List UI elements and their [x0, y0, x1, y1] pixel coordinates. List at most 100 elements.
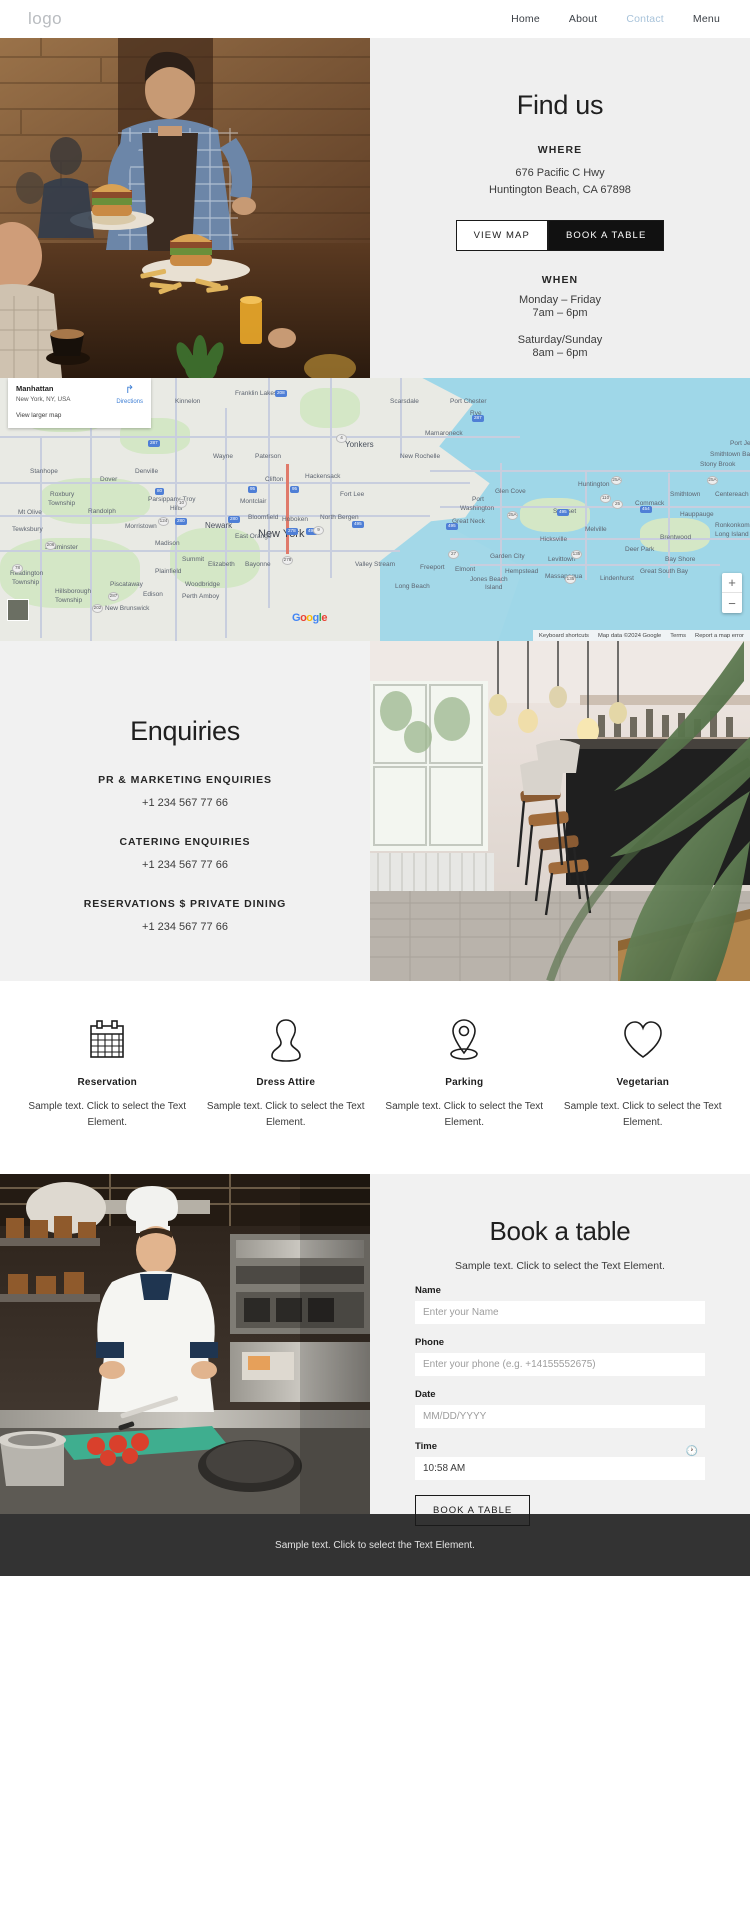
book-a-table-button[interactable]: BOOK A TABLE	[547, 219, 665, 251]
site-logo[interactable]: logo	[28, 9, 62, 29]
enquiry-phone-reservations[interactable]: +1 234 567 77 66	[142, 921, 228, 933]
weekday-days: Monday – Friday	[519, 293, 601, 306]
map-place-label: Morristown	[125, 523, 157, 530]
time-input[interactable]	[415, 1457, 705, 1480]
phone-label: Phone	[415, 1337, 445, 1348]
date-label: Date	[415, 1389, 436, 1400]
google-map[interactable]: New York Newark Yonkers Hoboken New Rochelle…	[0, 378, 750, 641]
address-line-1: 676 Pacific C Hwy	[515, 167, 605, 179]
nav-item-contact[interactable]: Contact	[626, 13, 664, 25]
map-route-marker: 25	[612, 500, 623, 509]
map-route-marker: 110	[600, 494, 611, 503]
map-place-label: Lindenhurst	[600, 575, 634, 582]
feature-title: Dress Attire	[256, 1077, 316, 1088]
map-place-label: Brentwood	[660, 534, 692, 541]
map-report-error-link[interactable]: Report a map error	[695, 633, 744, 639]
map-place-label: Paterson	[255, 453, 282, 460]
map-directions-button[interactable]: ↱ Directions	[116, 384, 143, 406]
footer-text: Sample text. Click to select the Text El…	[275, 1539, 475, 1551]
map-place-label: Summit	[182, 556, 205, 563]
feature-title: Reservation	[77, 1077, 137, 1088]
weekend-hours: 8am – 6pm	[532, 346, 588, 359]
map-route-shield: 495	[446, 523, 458, 530]
map-route-shield: 287	[472, 415, 484, 422]
map-route-marker: 124	[158, 517, 169, 526]
map-route-shield: 495	[352, 521, 364, 528]
map-place-label: Smithtown	[670, 491, 701, 498]
when-label: WHEN	[541, 273, 579, 286]
map-zoom-controls[interactable]: + −	[722, 573, 742, 613]
map-place-label: Kinnelon	[175, 398, 201, 405]
map-place-label: Township	[48, 500, 76, 507]
name-input[interactable]	[415, 1301, 705, 1324]
name-field-group: Name	[415, 1285, 705, 1324]
map-zoom-in-button[interactable]: +	[722, 573, 742, 593]
map-info-card[interactable]: Manhattan New York, NY, USA View larger …	[8, 378, 151, 428]
map-street-view-thumbnail[interactable]	[7, 599, 29, 621]
map-zoom-out-button[interactable]: −	[722, 593, 742, 613]
map-place-label: Yonkers	[345, 440, 374, 449]
enquiry-phone-catering[interactable]: +1 234 567 77 66	[142, 859, 228, 871]
view-map-button[interactable]: VIEW MAP	[455, 219, 548, 251]
feature-title: Vegetarian	[616, 1077, 670, 1088]
date-field-group: Date	[415, 1389, 705, 1428]
map-place-label: Elmont	[455, 566, 476, 573]
map-place-label: Ronkonkoma	[715, 522, 750, 529]
map-place-label: Melville	[585, 526, 607, 533]
map-route-marker: 135	[565, 575, 576, 584]
map-route-shield: 278	[286, 528, 298, 535]
enquiry-phone-pr[interactable]: +1 234 567 77 66	[142, 797, 228, 809]
map-place-label: Stony Brook	[700, 461, 736, 468]
map-road	[268, 378, 270, 608]
map-keyboard-shortcuts-link[interactable]: Keyboard shortcuts	[539, 633, 589, 639]
map-route-shield: 454	[640, 506, 652, 513]
map-place-label: Port Chester	[450, 398, 487, 405]
feature-text: Sample text. Click to select the Text El…	[563, 1101, 722, 1128]
map-place-label: Wayne	[213, 453, 233, 460]
find-us-section: Find us WHERE 676 Pacific C Hwy Huntingt…	[0, 38, 750, 378]
map-terms-link[interactable]: Terms	[670, 633, 686, 639]
map-road	[500, 463, 502, 583]
enquiry-label-catering: CATERING ENQUIRIES	[119, 836, 251, 848]
map-route-shield: 280	[228, 516, 240, 523]
address-line-2: Huntington Beach, CA 67898	[489, 183, 631, 196]
feature-text: Sample text. Click to select the Text El…	[28, 1101, 187, 1128]
map-route-marker: 25A	[507, 511, 518, 520]
calendar-icon	[88, 1017, 126, 1063]
map-place-label: Denville	[135, 468, 159, 475]
name-label: Name	[415, 1285, 441, 1296]
map-road	[0, 515, 430, 517]
map-place-label: Dover	[100, 476, 118, 483]
map-place-label: Madison	[155, 540, 180, 547]
map-attribution-bar: Keyboard shortcuts Map data ©2024 Google…	[533, 630, 750, 641]
map-route-marker: 9	[313, 526, 324, 535]
find-us-button-row: VIEW MAP BOOK A TABLE	[455, 219, 665, 251]
view-larger-map-link[interactable]: View larger map	[16, 412, 143, 419]
weekday-hours: 7am – 6pm	[532, 306, 588, 319]
map-place-label: Hicksville	[540, 536, 568, 543]
map-place-label: Great South Bay	[640, 568, 689, 575]
map-place-label: Bloomfield	[248, 514, 279, 521]
map-road	[400, 378, 402, 458]
map-place-label: Centereach	[715, 491, 749, 498]
map-route-marker: 287	[108, 592, 119, 601]
nav-item-menu[interactable]: Menu	[693, 13, 720, 25]
nav-item-home[interactable]: Home	[511, 13, 540, 25]
map-directions-label: Directions	[116, 399, 143, 405]
feature-text: Sample text. Click to select the Text El…	[206, 1101, 365, 1128]
map-place-label: Franklin Lakes	[235, 390, 278, 397]
enquiries-title: Enquiries	[130, 716, 240, 746]
map-route-marker: 25A	[611, 476, 622, 485]
directions-arrow-icon: ↱	[125, 384, 135, 396]
booking-subtitle: Sample text. Click to select the Text El…	[455, 1260, 665, 1272]
booking-submit-button[interactable]: BOOK A TABLE	[415, 1495, 531, 1526]
nav-item-about[interactable]: About	[569, 13, 597, 25]
find-us-title: Find us	[516, 90, 604, 120]
map-route-shield: 208	[275, 390, 287, 397]
time-label: Time	[415, 1441, 438, 1452]
phone-input[interactable]	[415, 1353, 705, 1376]
enquiries-panel: Enquiries PR & MARKETING ENQUIRIES +1 23…	[0, 641, 370, 981]
map-pin-icon	[446, 1017, 482, 1063]
date-input[interactable]	[415, 1405, 705, 1428]
weekend-days: Saturday/Sunday	[517, 333, 603, 346]
